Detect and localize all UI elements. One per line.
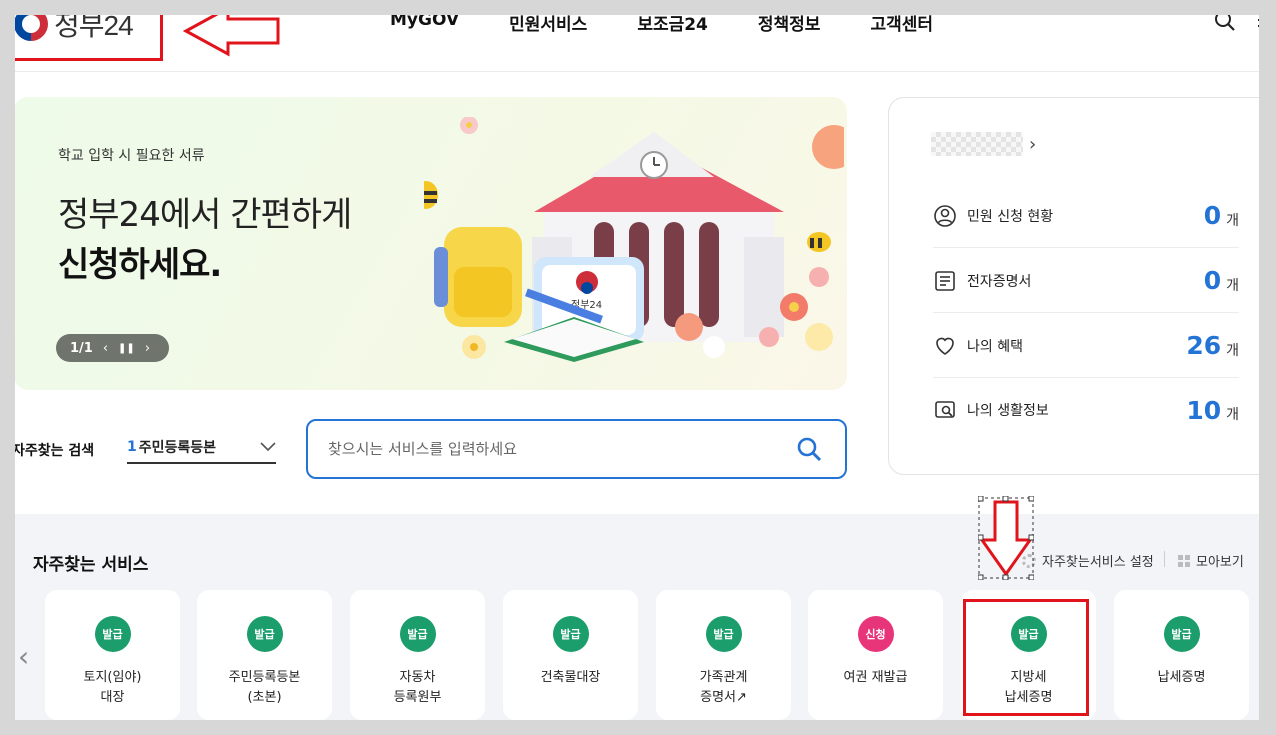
user-name-blurred[interactable]: [931, 132, 1023, 156]
banner-subtitle: 학교 입학 시 필요한 서류: [58, 148, 205, 164]
banner-pager: 1/1 ‹ ❚❚ ›: [56, 334, 169, 362]
stat-label: 나의 혜택: [967, 338, 1023, 355]
window-border: [0, 0, 1276, 15]
service-badge: 신청: [857, 616, 894, 652]
stat-label: 민원 신청 현황: [967, 208, 1054, 225]
service-search-box: [306, 419, 847, 479]
chevron-right-icon[interactable]: ›: [1029, 134, 1036, 155]
service-tile[interactable]: 발급토지(임야) 대장: [45, 590, 180, 720]
stat-count: 26: [1186, 331, 1222, 360]
window-border: [0, 720, 1276, 735]
stat-label: 나의 생활정보: [967, 403, 1049, 419]
service-badge: 발급: [246, 616, 283, 652]
service-tile[interactable]: 발급자동차 등록원부: [350, 590, 485, 720]
service-badge: 발급: [552, 616, 589, 652]
next-slide-icon[interactable]: ›: [145, 341, 150, 356]
service-tile[interactable]: 발급주민등록등본 (초본): [197, 590, 332, 720]
window-border: [0, 0, 15, 735]
hero-banner[interactable]: 학교 입학 시 필요한 서류 정부24에서 간편하게 신청하세요. 1/1 ‹ …: [14, 97, 847, 390]
frequent-search-value: 주민등록등본: [138, 440, 217, 456]
grid-icon: [1178, 554, 1190, 567]
service-tile[interactable]: 발급가족관계 증명서↗: [656, 590, 791, 720]
stat-application-status[interactable]: 민원 신청 현황 0 개: [933, 184, 1239, 248]
annotation-highlight-box: [963, 599, 1089, 716]
document-icon: [935, 270, 955, 291]
services-setting-link[interactable]: 자주찾는서비스 설정: [1022, 551, 1154, 570]
banner-title-line2: 신청하세요.: [58, 245, 222, 285]
heart-icon: [936, 337, 954, 355]
service-label: 주민등록등본 (초본): [228, 670, 301, 705]
frequent-search-dropdown[interactable]: 1 주민등록등본: [127, 432, 276, 464]
user-summary-card: › 민원 신청 현황 0 개 전자증명서 0 개 나의 혜택 26 개 나의 생…: [888, 97, 1276, 475]
service-label: 자동차 등록원부: [393, 670, 442, 705]
services-view-all-label: 모아보기: [1196, 555, 1244, 570]
stat-label: 전자증명서: [967, 273, 1032, 290]
bee-icon: [424, 181, 438, 209]
school-illustration: 정부24: [424, 117, 844, 362]
stat-unit: 개: [1226, 277, 1239, 294]
service-tile[interactable]: 신청여권 재발급: [808, 590, 943, 720]
services-setting-label: 자주찾는서비스 설정: [1042, 555, 1154, 570]
stat-unit: 개: [1226, 212, 1239, 229]
service-label: 토지(임야) 대장: [83, 670, 142, 705]
search-doc-icon: [935, 401, 955, 418]
service-badge: 발급: [94, 616, 131, 652]
stat-e-certificate[interactable]: 전자증명서 0 개: [933, 249, 1239, 313]
banner-title-line1: 정부24에서 간편하게: [58, 195, 352, 235]
frequent-search-label: 자주찾는 검색: [12, 443, 95, 459]
stat-count: 0: [1203, 201, 1222, 230]
annotation-arrow-down-icon: [978, 496, 1034, 580]
services-title: 자주찾는 서비스: [33, 555, 149, 575]
stat-my-benefits[interactable]: 나의 혜택 26 개: [933, 314, 1239, 378]
service-label: 가족관계 증명서↗: [699, 670, 748, 705]
service-label: 여권 재발급: [843, 670, 908, 685]
stat-count: 0: [1203, 266, 1222, 295]
service-badge: 발급: [1163, 616, 1200, 652]
chevron-down-icon: [260, 442, 276, 452]
service-tile[interactable]: 발급납세증명: [1114, 590, 1249, 720]
person-circle-icon: [934, 204, 956, 227]
search-input[interactable]: [328, 440, 795, 458]
pause-icon[interactable]: ❚❚: [118, 343, 135, 354]
service-label: 건축물대장: [540, 670, 601, 685]
stat-count: 10: [1186, 395, 1222, 425]
stat-unit: 개: [1226, 407, 1239, 423]
service-badge: 발급: [399, 616, 436, 652]
divider: [1164, 551, 1165, 567]
services-view-all-link[interactable]: 모아보기: [1178, 551, 1244, 570]
search-button-icon[interactable]: [795, 435, 823, 463]
service-label: 납세증명: [1157, 670, 1206, 685]
service-tile[interactable]: 발급건축물대장: [503, 590, 638, 720]
pager-count: 1/1: [70, 340, 93, 356]
frequent-search-rank: 1: [127, 439, 137, 455]
carousel-prev-icon[interactable]: ‹: [18, 640, 29, 673]
service-badge: 발급: [705, 616, 742, 652]
stat-life-info[interactable]: 나의 생활정보 10 개: [933, 378, 1239, 442]
window-border: [1259, 0, 1276, 735]
stat-unit: 개: [1226, 342, 1239, 359]
prev-slide-icon[interactable]: ‹: [103, 341, 108, 356]
